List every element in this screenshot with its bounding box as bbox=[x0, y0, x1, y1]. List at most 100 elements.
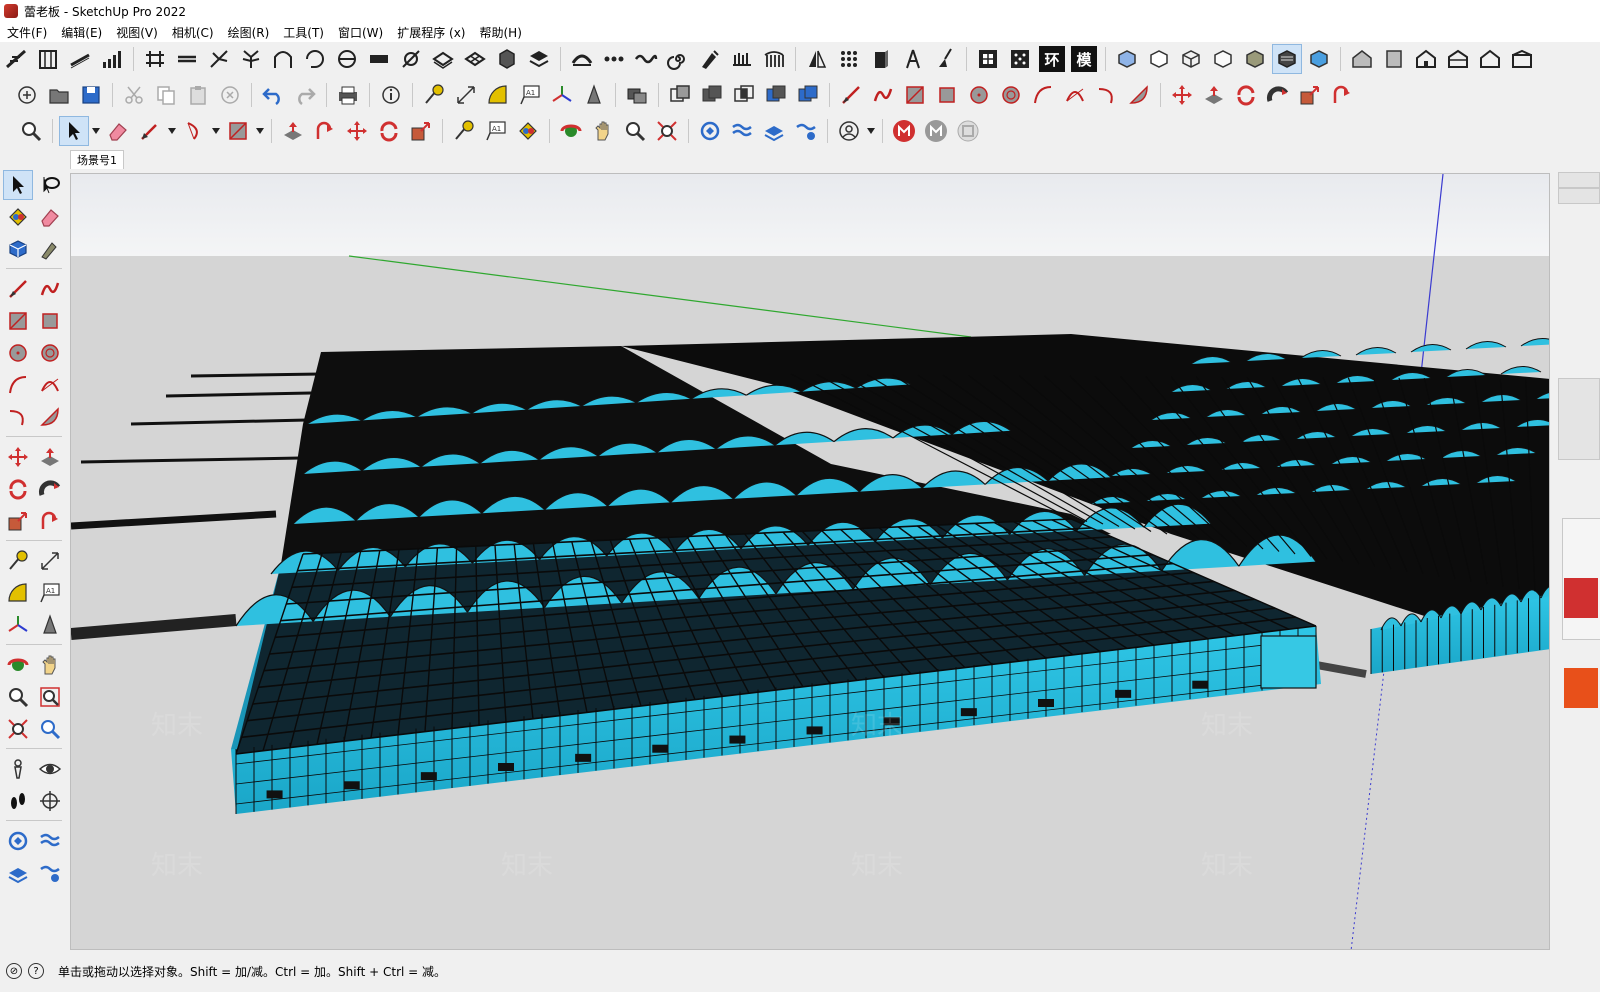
offset-tool-icon-2[interactable] bbox=[310, 116, 340, 146]
warehouse-icon[interactable] bbox=[695, 116, 725, 146]
comb-plugin-icon[interactable] bbox=[727, 44, 757, 74]
axes-tool-icon[interactable] bbox=[547, 80, 577, 110]
left-view-icon[interactable] bbox=[1507, 44, 1537, 74]
bar-steps-icon[interactable] bbox=[97, 44, 127, 74]
zoom-tool-icon[interactable] bbox=[16, 116, 46, 146]
extension-warehouse-icon-left[interactable] bbox=[35, 858, 65, 888]
tray-collapse-button[interactable] bbox=[1558, 188, 1600, 204]
axes-tool-icon-left[interactable] bbox=[3, 610, 33, 640]
eraser-tool-icon-left[interactable] bbox=[35, 202, 65, 232]
menu-file[interactable]: 文件(F) bbox=[0, 24, 54, 41]
cut-icon[interactable] bbox=[119, 80, 149, 110]
ruby-disabled-icon[interactable] bbox=[921, 116, 951, 146]
menu-camera[interactable]: 相机(C) bbox=[165, 24, 221, 41]
branch-plugin-icon[interactable] bbox=[204, 44, 234, 74]
extension-warehouse-icon[interactable] bbox=[791, 116, 821, 146]
model-info-icon[interactable] bbox=[376, 80, 406, 110]
compass-plugin-icon[interactable] bbox=[898, 44, 928, 74]
wave-plugin-icon[interactable] bbox=[631, 44, 661, 74]
rail-plugin-icon[interactable] bbox=[140, 44, 170, 74]
stair-plugin-icon[interactable] bbox=[1, 44, 31, 74]
rectangle-tool-icon[interactable] bbox=[900, 80, 930, 110]
copy-icon[interactable] bbox=[151, 80, 181, 110]
zoom-tool-icon-left[interactable] bbox=[3, 682, 33, 712]
freehand-tool-icon[interactable] bbox=[868, 80, 898, 110]
section-target-icon[interactable] bbox=[35, 786, 65, 816]
menu-window[interactable]: 窗口(W) bbox=[331, 24, 390, 41]
offset-tool-icon[interactable] bbox=[1327, 80, 1357, 110]
paint-bucket-icon[interactable] bbox=[513, 116, 543, 146]
account-dropdown-icon[interactable] bbox=[865, 116, 877, 146]
offset-tool-icon-left[interactable] bbox=[35, 506, 65, 536]
menu-draw[interactable]: 绘图(R) bbox=[221, 24, 277, 41]
extrude-plugin-icon[interactable] bbox=[866, 44, 896, 74]
menu-view[interactable]: 视图(V) bbox=[109, 24, 165, 41]
move-tool-icon-left[interactable] bbox=[3, 442, 33, 472]
shape-tool-icon[interactable] bbox=[223, 116, 253, 146]
xray-style-icon[interactable] bbox=[1112, 44, 1142, 74]
orbit-tool-icon[interactable] bbox=[556, 116, 586, 146]
scale-tool-icon[interactable] bbox=[1295, 80, 1325, 110]
back-edges-style-icon[interactable] bbox=[1144, 44, 1174, 74]
line-tool-icon-left[interactable] bbox=[3, 274, 33, 304]
paint-bucket-icon-left[interactable] bbox=[3, 202, 33, 232]
previous-view-icon[interactable] bbox=[35, 714, 65, 744]
three-point-arc-icon-left[interactable] bbox=[3, 402, 33, 432]
paste-icon[interactable] bbox=[183, 80, 213, 110]
arc-tool-icon[interactable] bbox=[1028, 80, 1058, 110]
model-text-button[interactable]: 模 bbox=[1071, 46, 1097, 72]
follow-me-icon[interactable] bbox=[1263, 80, 1293, 110]
iso-view-icon[interactable] bbox=[1347, 44, 1377, 74]
rotate-tool-icon-2[interactable] bbox=[374, 116, 404, 146]
model-viewport[interactable]: 知末 知末 知末 知末 知末 知末 知末 bbox=[70, 173, 1550, 950]
building-plugin-icon[interactable] bbox=[33, 44, 63, 74]
polygon-tool-icon-left[interactable] bbox=[35, 338, 65, 368]
solid-outer-shell-icon[interactable] bbox=[697, 80, 727, 110]
share-model-icon[interactable] bbox=[727, 116, 757, 146]
dome-plugin-icon[interactable] bbox=[567, 44, 597, 74]
two-point-arc-icon-left[interactable] bbox=[35, 370, 65, 400]
menu-tools[interactable]: 工具(T) bbox=[276, 24, 331, 41]
pencil-tool-icon[interactable] bbox=[135, 116, 165, 146]
pie-tool-icon[interactable] bbox=[1124, 80, 1154, 110]
pan-tool-icon-left[interactable] bbox=[35, 650, 65, 680]
dimension-icon-left[interactable] bbox=[35, 546, 65, 576]
push-pull-icon-2[interactable] bbox=[278, 116, 308, 146]
dot-grid-icon[interactable] bbox=[834, 44, 864, 74]
layer-stack-icon[interactable] bbox=[524, 44, 554, 74]
protractor-icon[interactable] bbox=[483, 80, 513, 110]
pie-tool-icon-left[interactable] bbox=[35, 402, 65, 432]
select-tool-icon-left[interactable] bbox=[3, 170, 33, 200]
rotated-rectangle-icon[interactable] bbox=[932, 80, 962, 110]
red-swatch[interactable] bbox=[1564, 578, 1598, 618]
columns-plugin-icon[interactable] bbox=[759, 44, 789, 74]
solid-intersect-icon[interactable] bbox=[729, 80, 759, 110]
polygon-tool-icon[interactable] bbox=[996, 80, 1026, 110]
position-camera-icon[interactable] bbox=[3, 754, 33, 784]
solid-subtract-icon[interactable] bbox=[761, 80, 791, 110]
share-component-icon-left[interactable] bbox=[3, 858, 33, 888]
star-panel-icon[interactable] bbox=[1005, 44, 1035, 74]
make-group-icon[interactable] bbox=[622, 80, 652, 110]
broom-plugin-icon[interactable] bbox=[930, 44, 960, 74]
grid-panel-icon[interactable] bbox=[973, 44, 1003, 74]
arch-plugin-icon[interactable] bbox=[268, 44, 298, 74]
eraser-tool-icon[interactable] bbox=[103, 116, 133, 146]
front-view-icon[interactable] bbox=[1411, 44, 1441, 74]
rotated-rectangle-icon-left[interactable] bbox=[35, 306, 65, 336]
redo-icon[interactable] bbox=[290, 80, 320, 110]
text-tool-icon[interactable]: A1 bbox=[515, 80, 545, 110]
print-icon[interactable] bbox=[333, 80, 363, 110]
section-plane-icon[interactable] bbox=[579, 80, 609, 110]
help-icon[interactable]: ? bbox=[28, 963, 44, 979]
freehand-tool-icon-left[interactable] bbox=[35, 274, 65, 304]
circle-plugin-icon[interactable] bbox=[332, 44, 362, 74]
shaded-style-icon[interactable] bbox=[1240, 44, 1270, 74]
scene-tab[interactable]: 场景号1 bbox=[70, 150, 124, 169]
new-file-icon[interactable] bbox=[12, 80, 42, 110]
zoom-tool-icon-2[interactable] bbox=[620, 116, 650, 146]
undo-icon[interactable] bbox=[258, 80, 288, 110]
push-pull-icon[interactable] bbox=[1199, 80, 1229, 110]
slab-plugin-icon[interactable] bbox=[364, 44, 394, 74]
tape-measure-icon[interactable] bbox=[419, 80, 449, 110]
